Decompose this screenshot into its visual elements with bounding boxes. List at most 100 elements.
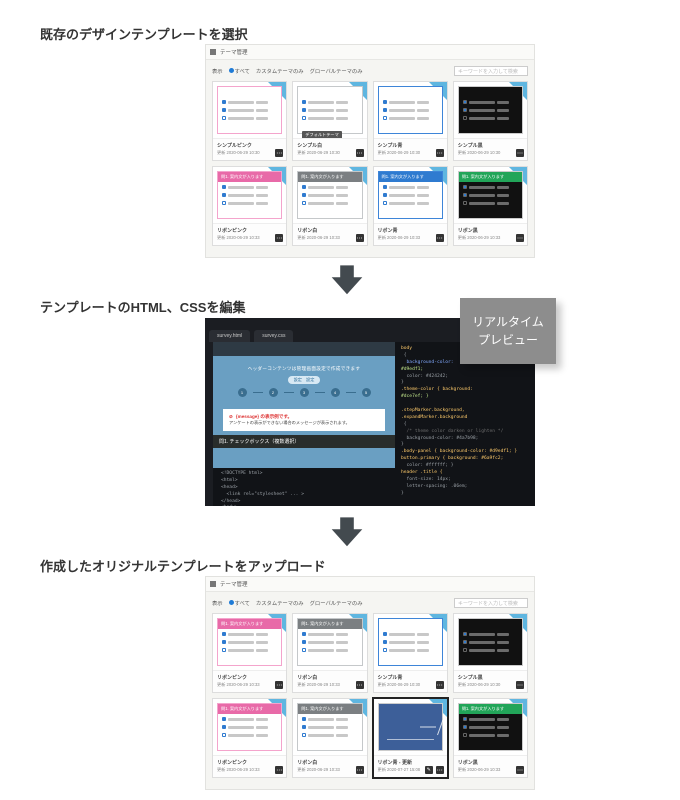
theme-card[interactable]: 問1. 案内文が入ります リボンピンク 更新 2020-06-29 10:33 … [212,166,287,246]
gallery-grid: シンプルピンク 更新 2020-06-29 10:30 ⋯ デフォルトテーマ シ… [210,81,530,246]
tab-html[interactable]: survey.html [209,330,250,342]
theme-card[interactable]: シンプル青 更新 2020-06-29 10:30 ⋯ [373,81,448,161]
more-menu-icon[interactable]: ⋯ [516,681,524,689]
theme-meta: 更新 2020-06-29 10:33 [217,235,282,241]
filter-all[interactable]: すべて [229,599,250,607]
theme-card[interactable]: デフォルトテーマ シンプル白 更新 2020-06-29 10:30 ⋯ [292,81,367,161]
theme-meta: 更新 2020-06-29 10:33 [297,235,362,241]
theme-name: リボン黒 [458,759,523,766]
theme-name: リボン青 [378,227,443,234]
theme-preview: 問1. 案内文が入ります [213,699,286,755]
preview-title-strip: 問1. 案内文が入ります [459,172,522,182]
theme-card[interactable]: 問1. 案内文が入ります リボン黒 更新 2020-06-29 10:33 ⋯ [453,166,528,246]
theme-preview [374,82,447,138]
preview-title-strip: 問1. 案内文が入ります [379,172,442,182]
theme-card[interactable]: 問1. 案内文が入ります リボンピンク 更新 2020-06-29 10:33 … [212,613,287,693]
theme-name: リボン白 [297,227,362,234]
filter-custom[interactable]: カスタムテーマのみ [256,67,304,75]
preview-title-strip: 問1. 案内文が入ります [298,619,361,629]
preview-banner-text: ヘッダーコンテンツは管理画面設定で作成できます [248,366,361,372]
preview-stepper: 1 2 3 4 5 [238,388,371,397]
step-3-title: 作成したオリジナルテンプレートをアップロード [40,556,326,575]
theme-preview [454,614,527,670]
template-gallery-before: テーマ管理 表示 すべて カスタムテーマのみ グローバルテーマのみ キーワードを… [205,44,535,258]
theme-card-footer: シンプル青 更新 2020-06-29 10:30 ⋯ [374,670,447,692]
filter-all[interactable]: すべて [229,67,250,75]
theme-card-footer: リボン黒 更新 2020-06-29 10:33 ⋯ [454,223,527,245]
preview-title-strip: 問1. 案内文が入ります [218,619,281,629]
theme-preview: 問1. 案内文が入ります [454,699,527,755]
tab-css[interactable]: survey.css [254,330,293,342]
theme-card[interactable]: シンプル黒 更新 2020-06-29 10:30 ⋯ [453,613,528,693]
theme-card[interactable]: 問1. 案内文が入ります リボン白 更新 2020-06-29 10:33 ⋯ [292,613,367,693]
more-menu-icon[interactable]: ⋯ [356,681,364,689]
html-code-pane[interactable]: <!DOCTYPE html> <html> <head> <link rel=… [213,468,395,506]
search-input[interactable]: キーワードを入力して検索 [454,598,528,608]
filter-global[interactable]: グローバルテーマのみ [310,67,363,75]
theme-card[interactable]: シンプル黒 更新 2020-06-29 10:30 ⋯ [453,81,528,161]
breadcrumb: テーマ管理 [206,577,534,592]
theme-meta: 更新 2020-06-29 10:30 [458,682,523,688]
more-menu-icon[interactable]: ⋯ [436,149,444,157]
theme-name: シンプル青 [378,142,443,149]
edit-icon[interactable]: ✎ [425,766,433,774]
theme-card-footer: シンプル白 更新 2020-06-29 10:30 ⋯ [293,138,366,160]
theme-card[interactable]: 問1. 案内文が入ります リボン黒 更新 2020-06-29 10:33 ⋯ [453,698,528,778]
preview-title-strip: 問1. 案内文が入ります [218,172,281,182]
theme-name: シンプル黒 [458,674,523,681]
more-menu-icon[interactable]: ⋯ [436,234,444,242]
theme-preview: 問1. 案内文が入ります [374,167,447,223]
more-menu-icon[interactable]: ⋯ [275,766,283,774]
theme-name: シンプル青 [378,674,443,681]
search-input[interactable]: キーワードを入力して検索 [454,66,528,76]
theme-meta: 更新 2020-06-29 10:30 [378,682,443,688]
theme-meta: 更新 2020-06-29 10:30 [217,150,282,156]
theme-preview: デフォルトテーマ [293,82,366,138]
theme-card-footer: リボン白 更新 2020-06-29 10:33 ⋯ [293,755,366,777]
theme-card[interactable]: シンプル青 更新 2020-06-29 10:30 ⋯ [373,613,448,693]
more-menu-icon[interactable]: ⋯ [356,234,364,242]
theme-card-footer: リボンピンク 更新 2020-06-29 10:33 ⋯ [213,223,286,245]
theme-name: リボンピンク [217,759,282,766]
theme-preview: 問1. 案内文が入ります [293,699,366,755]
more-menu-icon[interactable]: ⋯ [275,681,283,689]
gallery-grid: 問1. 案内文が入ります リボンピンク 更新 2020-06-29 10:33 … [210,613,530,778]
step-2-title: テンプレートのHTML、CSSを編集 [40,297,245,316]
filter-custom[interactable]: カスタムテーマのみ [256,599,304,607]
more-menu-icon[interactable]: ⋯ [275,234,283,242]
theme-preview: 問1. 案内文が入ります [454,167,527,223]
badge-line-2: プレビュー [478,331,538,349]
filter-label: 表示 [212,67,223,75]
filter-global[interactable]: グローバルテーマのみ [310,599,363,607]
theme-card[interactable]: 問1. 案内文が入ります リボンピンク 更新 2020-06-29 10:33 … [212,698,287,778]
theme-card-footer: リボン青 - 更新 更新 2020-07-27 15:08 ✎ ⋯ [374,755,447,777]
theme-card[interactable]: リボン青 - 更新 更新 2020-07-27 15:08 ✎ ⋯ [373,698,448,778]
more-menu-icon[interactable]: ⋯ [516,234,524,242]
theme-meta: 更新 2020-06-29 10:33 [458,235,523,241]
preview-message-example: ⊘{message} の表示例です。 アンケートの表示ができない場合のメッセージ… [223,409,385,431]
theme-card-footer: リボンピンク 更新 2020-06-29 10:33 ⋯ [213,670,286,692]
more-menu-icon[interactable]: ⋯ [516,149,524,157]
preview-title-strip: 問1. 案内文が入ります [459,704,522,714]
more-menu-icon[interactable]: ⋯ [275,149,283,157]
theme-card-footer: リボン青 更新 2020-06-29 10:33 ⋯ [374,223,447,245]
preview-title-strip: 問1. 案内文が入ります [298,704,361,714]
theme-meta: 更新 2020-06-29 10:30 [378,150,443,156]
css-code-pane[interactable]: body { background-color: #d9edf1; color:… [395,342,535,506]
breadcrumb-label: テーマ管理 [220,580,248,588]
more-menu-icon[interactable]: ⋯ [516,766,524,774]
theme-card[interactable]: 問1. 案内文が入ります リボン青 更新 2020-06-29 10:33 ⋯ [373,166,448,246]
live-preview-pane: ヘッダーコンテンツは管理画面設定で作成できます 設定設定 1 2 3 4 5 ⊘… [213,342,395,468]
theme-card-footer: シンプルピンク 更新 2020-06-29 10:30 ⋯ [213,138,286,160]
breadcrumb: テーマ管理 [206,45,534,60]
theme-meta: 更新 2020-06-29 10:33 [217,767,282,773]
more-menu-icon[interactable]: ⋯ [356,149,364,157]
theme-card[interactable]: 問1. 案内文が入ります リボン白 更新 2020-06-29 10:33 ⋯ [292,698,367,778]
theme-card[interactable]: 問1. 案内文が入ります リボン白 更新 2020-06-29 10:33 ⋯ [292,166,367,246]
more-menu-icon[interactable]: ⋯ [436,766,444,774]
more-menu-icon[interactable]: ⋯ [436,681,444,689]
theme-name: リボンピンク [217,227,282,234]
theme-card[interactable]: シンプルピンク 更新 2020-06-29 10:30 ⋯ [212,81,287,161]
more-menu-icon[interactable]: ⋯ [356,766,364,774]
gallery-filter-bar: 表示 すべて カスタムテーマのみ グローバルテーマのみ キーワードを入力して検索 [210,64,530,81]
